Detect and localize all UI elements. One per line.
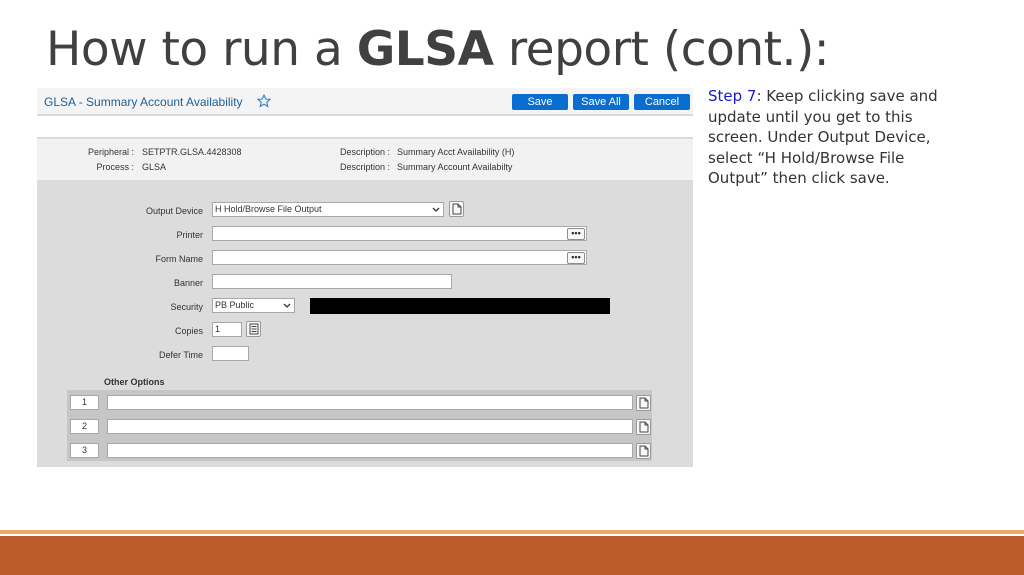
output-device-value: H Hold/Browse File Output	[215, 204, 322, 214]
copies-label: Copies	[174, 326, 203, 336]
security-value: PB Public	[215, 300, 255, 310]
chevron-down-icon	[432, 207, 440, 212]
printer-lookup-button[interactable]: •••	[567, 228, 585, 240]
description-label: Description :	[339, 147, 390, 157]
banner-label: Banner	[173, 278, 203, 288]
document-icon[interactable]	[636, 419, 651, 435]
security-label: Security	[170, 302, 203, 312]
copies-field[interactable]: 1	[212, 322, 242, 337]
process-label: Process :	[96, 162, 134, 172]
info-panel: Peripheral : SETPTR.GLSA.4428308 Process…	[37, 139, 693, 180]
description-value: Summary Acct Availability (H)	[397, 147, 515, 157]
footer-bar	[0, 536, 1024, 575]
slide-title: How to run a GLSA report (cont.):	[46, 22, 830, 77]
printer-label: Printer	[176, 230, 203, 240]
option-row: 1	[67, 392, 652, 414]
title-prefix: How to run a	[46, 22, 357, 77]
document-icon[interactable]	[449, 201, 464, 217]
output-device-select[interactable]: H Hold/Browse File Output	[212, 202, 444, 217]
step-instructions: Step 7: Keep clicking save and update un…	[708, 86, 958, 189]
other-options-title: Other Options	[104, 377, 165, 387]
security-select[interactable]: PB Public	[212, 298, 295, 313]
other-options-grid: 1 2 3	[67, 390, 652, 461]
option-field[interactable]	[107, 443, 633, 458]
chevron-down-icon	[283, 303, 291, 308]
banner-field[interactable]	[212, 274, 452, 289]
save-all-button[interactable]: Save All	[573, 94, 629, 110]
footer-accent-line	[0, 530, 1024, 534]
star-icon[interactable]	[257, 94, 271, 108]
title-suffix: report (cont.):	[493, 22, 830, 77]
step-label: Step 7	[708, 87, 757, 105]
process-value: GLSA	[142, 162, 167, 172]
app-header: GLSA - Summary Account Availability Save…	[37, 88, 693, 115]
save-button[interactable]: Save	[512, 94, 568, 110]
form-name-lookup-button[interactable]: •••	[567, 252, 585, 264]
description-value: Summary Account Availabilty	[397, 162, 513, 172]
form-name-label: Form Name	[155, 254, 203, 264]
option-row: 3	[67, 440, 652, 462]
option-field[interactable]	[107, 419, 633, 434]
option-row-number: 3	[70, 443, 99, 458]
peripheral-label: Peripheral :	[87, 147, 134, 157]
printer-field[interactable]	[212, 226, 587, 241]
peripheral-value: SETPTR.GLSA.4428308	[142, 147, 242, 157]
document-icon[interactable]	[636, 443, 651, 459]
defer-time-label: Defer Time	[158, 350, 203, 360]
app-screenshot: GLSA - Summary Account Availability Save…	[37, 88, 693, 467]
app-title: GLSA - Summary Account Availability	[44, 95, 243, 109]
header-spacer	[37, 116, 693, 138]
option-row-number: 1	[70, 395, 99, 410]
option-field[interactable]	[107, 395, 633, 410]
title-bold: GLSA	[356, 22, 494, 77]
copies-value: 1	[215, 324, 221, 334]
document-icon[interactable]	[636, 395, 651, 411]
description-label: Description :	[339, 162, 390, 172]
output-device-label: Output Device	[145, 206, 203, 216]
defer-time-field[interactable]	[212, 346, 249, 361]
option-row: 2	[67, 416, 652, 438]
option-row-number: 2	[70, 419, 99, 434]
calculator-icon[interactable]	[246, 321, 261, 337]
cancel-button[interactable]: Cancel	[634, 94, 690, 110]
form-name-field[interactable]	[212, 250, 587, 265]
redacted-field	[310, 298, 610, 314]
